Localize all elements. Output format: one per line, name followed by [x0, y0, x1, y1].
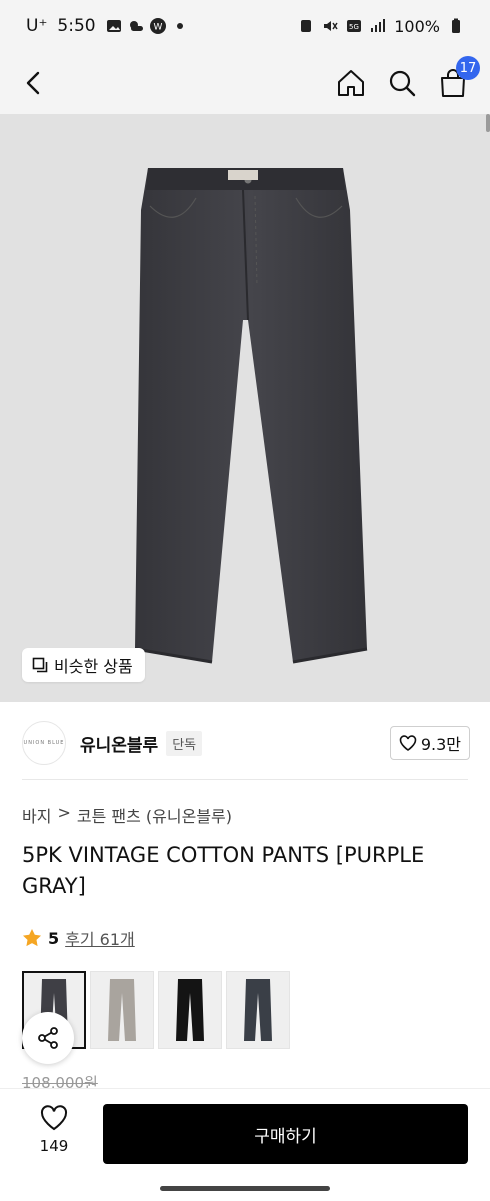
- wishlist-button[interactable]: 149: [22, 1105, 86, 1155]
- share-button[interactable]: [22, 1012, 74, 1064]
- top-nav: 17: [0, 52, 490, 114]
- star-icon: [23, 929, 41, 947]
- share-icon: [38, 1027, 58, 1049]
- scrollbar[interactable]: [486, 114, 490, 132]
- breadcrumb-separator: >: [57, 803, 71, 822]
- search-icon[interactable]: [388, 69, 416, 97]
- carrier-label: U⁺: [26, 16, 48, 36]
- exclusive-badge: 단독: [166, 730, 203, 756]
- status-left: U⁺ 5:50 W: [26, 16, 188, 36]
- brand-logo[interactable]: UNION BLUE: [22, 721, 66, 765]
- similar-products-label: 비슷한 상품: [54, 657, 133, 676]
- color-option-black[interactable]: [158, 971, 222, 1049]
- nav-actions: 17: [336, 56, 480, 98]
- breadcrumb: 바지 > 코튼 팬츠 (유니온블루): [22, 803, 232, 827]
- battery-percent: 100%: [394, 16, 440, 36]
- dot-icon: [176, 23, 183, 29]
- color-option-gray[interactable]: [90, 971, 154, 1049]
- wishlist-count: 149: [39, 1137, 69, 1155]
- status-bar: U⁺ 5:50 W 5G 100%: [0, 0, 490, 52]
- 5g-icon: 5G: [347, 20, 362, 32]
- cart-count-badge: 17: [456, 56, 480, 80]
- app-w-icon: W: [149, 18, 166, 34]
- status-right: 5G 100%: [298, 17, 464, 36]
- home-icon[interactable]: [336, 68, 366, 98]
- home-indicator[interactable]: [160, 1186, 330, 1191]
- battery-icon: [452, 18, 460, 33]
- color-option-charcoal[interactable]: [226, 971, 290, 1049]
- thumb-pants-image: [244, 979, 272, 1041]
- brand-like-button[interactable]: 9.3만: [389, 726, 470, 760]
- thumb-pants-image: [176, 979, 204, 1041]
- review-count-link[interactable]: 후기 61개: [65, 926, 135, 950]
- thumb-pants-image: [108, 979, 136, 1041]
- brand-row: UNION BLUE 유니온블루 단독 9.3만: [22, 715, 470, 771]
- breadcrumb-category[interactable]: 바지: [22, 803, 51, 827]
- product-image[interactable]: 비슷한 상품: [0, 114, 490, 702]
- gallery-icon: [106, 20, 121, 32]
- breadcrumb-subcategory[interactable]: 코튼 팬츠 (유니온블루): [77, 803, 232, 827]
- weather-icon: [129, 21, 143, 31]
- brand-logo-text: UNION BLUE: [23, 740, 65, 746]
- cart-button[interactable]: 17: [438, 56, 480, 98]
- copy-icon: [32, 657, 48, 673]
- pants-image: [134, 168, 368, 664]
- notification-icons: W: [106, 18, 188, 34]
- brand-name[interactable]: 유니온블루: [80, 731, 158, 756]
- mute-icon: [324, 21, 338, 31]
- heart-icon: [40, 1105, 68, 1131]
- signal-icon: [371, 19, 386, 32]
- buy-button[interactable]: 구매하기: [103, 1104, 468, 1164]
- brand-like-count: 9.3만: [420, 735, 461, 754]
- back-arrow-icon[interactable]: [22, 70, 44, 96]
- svg-text:5G: 5G: [349, 23, 359, 31]
- divider: [22, 779, 468, 780]
- product-title: 5PK VINTAGE COTTON PANTS [PURPLE GRAY]: [22, 843, 425, 898]
- similar-products-button[interactable]: 비슷한 상품: [22, 648, 145, 682]
- svg-text:W: W: [153, 23, 162, 33]
- bottom-action-bar: 149 구매하기: [0, 1088, 490, 1201]
- rating-score: 5: [48, 928, 60, 948]
- data-saver-icon: [301, 20, 312, 32]
- rating-row: 5 후기 61개: [22, 926, 135, 950]
- heart-icon: [399, 735, 417, 751]
- clock: 5:50: [57, 16, 96, 36]
